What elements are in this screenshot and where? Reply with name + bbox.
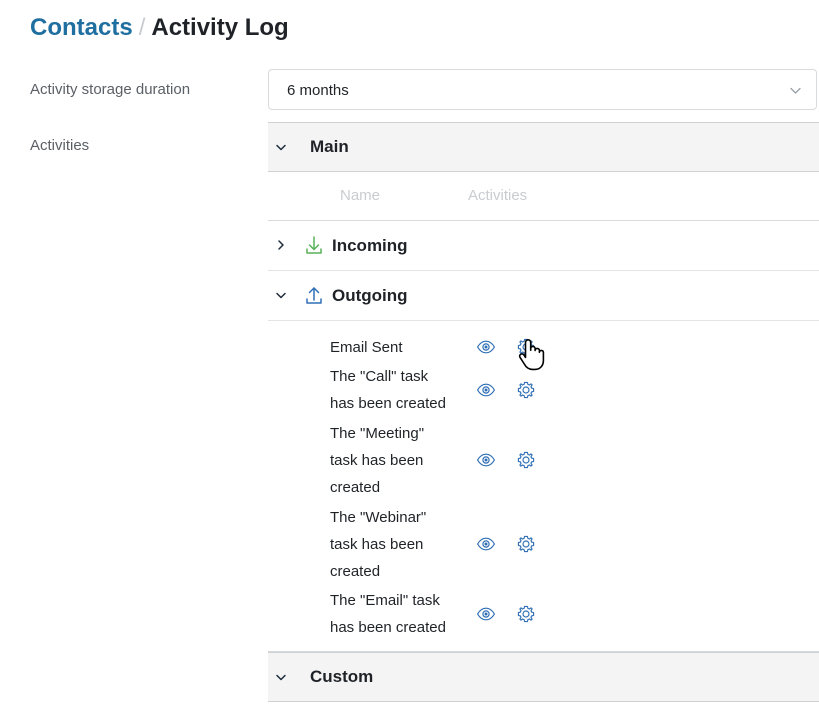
leaf-actions [476, 534, 536, 554]
breadcrumb-link-contacts[interactable]: Contacts [30, 14, 133, 41]
gear-icon[interactable] [516, 450, 536, 470]
eye-icon[interactable] [476, 604, 496, 624]
arrow-up-tray-icon [303, 285, 325, 307]
leaf-actions [476, 380, 536, 400]
gear-icon[interactable] [516, 380, 536, 400]
group-title-main: Main [310, 137, 349, 156]
chevron-down-icon [274, 288, 288, 302]
group-header-main[interactable]: Main [268, 122, 819, 172]
gear-icon[interactable] [516, 534, 536, 554]
column-header-name: Name [340, 187, 381, 204]
activity-storage-duration-select[interactable]: 6 months [268, 69, 817, 110]
tree-branch-incoming[interactable]: Incoming [268, 221, 819, 271]
chevron-down-icon [789, 84, 802, 97]
tree-leaf-list-outgoing: Email Sent The "Call" task has been crea… [268, 321, 819, 652]
activity-storage-duration-label: Activity storage duration [30, 81, 191, 98]
activity-storage-duration-value: 6 months [287, 82, 349, 99]
tree-column-headers: Name Activities [268, 172, 819, 221]
leaf-name: Email Sent [330, 338, 403, 356]
chevron-right-icon [274, 238, 288, 252]
leaf-name: The "Call" task has been created [330, 368, 446, 412]
leaf-name: The "Webinar" task has been created [330, 508, 427, 580]
eye-icon[interactable] [476, 380, 496, 400]
arrow-down-tray-icon [303, 235, 325, 257]
eye-icon[interactable] [476, 534, 496, 554]
leaf-actions [476, 450, 536, 470]
list-item: The "Call" task has been created [268, 362, 819, 418]
gear-icon[interactable] [516, 337, 536, 357]
eye-icon[interactable] [476, 337, 496, 357]
group-title-custom: Custom [310, 667, 374, 686]
tree-branch-label-outgoing: Outgoing [332, 286, 408, 305]
chevron-down-icon [274, 670, 288, 684]
page-title: Activity Log [151, 14, 289, 41]
tree-branch-outgoing[interactable]: Outgoing [268, 271, 819, 321]
leaf-actions [476, 604, 536, 624]
activities-label: Activities [30, 137, 90, 154]
activities-tree: Main Name Activities Incoming Outgoing E… [268, 122, 819, 702]
list-item: Email Sent [268, 332, 819, 362]
column-header-activities: Activities [468, 187, 528, 204]
breadcrumb-separator: / [138, 14, 146, 41]
leaf-name: The "Meeting" task has been created [330, 424, 425, 496]
breadcrumb: Contacts / Activity Log [30, 11, 289, 45]
list-item: The "Webinar" task has been created [268, 502, 819, 586]
gear-icon[interactable] [516, 604, 536, 624]
group-header-custom[interactable]: Custom [268, 652, 819, 702]
leaf-name: The "Email" task has been created [330, 592, 446, 636]
list-item: The "Email" task has been created [268, 586, 819, 642]
chevron-down-icon [274, 140, 288, 154]
eye-icon[interactable] [476, 450, 496, 470]
leaf-actions [476, 337, 536, 357]
tree-branch-label-incoming: Incoming [332, 236, 408, 255]
list-item: The "Meeting" task has been created [268, 418, 819, 502]
